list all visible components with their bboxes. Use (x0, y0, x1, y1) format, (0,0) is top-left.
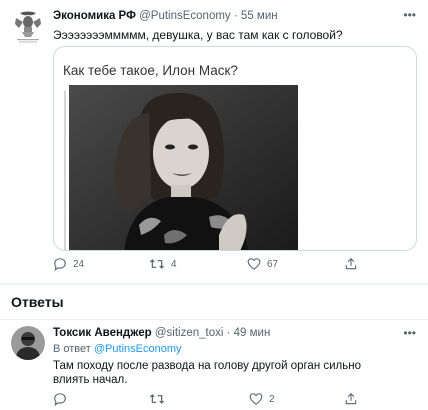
tweet-header: Экономика РФ @PutinsEconomy · 55 мин (53, 10, 278, 22)
like-icon (247, 258, 261, 270)
reply-author-name[interactable]: Токсик Авенджер (53, 327, 152, 339)
reply-author-handle[interactable]: @sitizen_toxi (155, 327, 224, 339)
reply-text: Там походу после развода на голову друго… (53, 360, 361, 386)
reply-header: Токсик Авенджер @sitizen_toxi · 49 мин (53, 327, 270, 339)
author-handle[interactable]: @PutinsEconomy (139, 10, 231, 22)
retweet-button[interactable] (149, 392, 171, 406)
tweet-text: Ээээээээммммм, девушка, у вас там как с … (53, 28, 343, 42)
quote-bar (64, 91, 66, 250)
emblem-icon (15, 11, 41, 43)
like-button[interactable]: 67 (247, 257, 278, 271)
reply-actions: 2 (0, 392, 428, 408)
divider (0, 283, 428, 285)
share-button[interactable] (344, 257, 358, 271)
separator-dot: · (233, 10, 238, 22)
share-icon (345, 258, 357, 270)
reply-tweet[interactable]: Токсик Авенджер @sitizen_toxi · 49 мин •… (0, 320, 428, 410)
like-button[interactable]: 2 (249, 392, 275, 406)
like-count: 2 (269, 393, 275, 405)
reply-to-prefix: В ответ (53, 343, 91, 355)
main-tweet[interactable]: Экономика РФ @PutinsEconomy · 55 мин •••… (0, 0, 428, 283)
reply-button[interactable] (53, 392, 73, 406)
reply-button[interactable]: 24 (53, 257, 84, 271)
like-count: 67 (267, 258, 279, 270)
separator-dot: · (226, 327, 231, 339)
reply-to-mention[interactable]: @PutinsEconomy (94, 343, 182, 355)
author-avatar[interactable] (13, 9, 43, 45)
retweet-icon (149, 259, 165, 269)
author-name[interactable]: Экономика РФ (53, 10, 136, 22)
reply-icon (54, 258, 66, 271)
reply-to-line: В ответ @PutinsEconomy (53, 343, 181, 355)
reply-avatar[interactable] (11, 326, 45, 360)
share-button[interactable] (344, 392, 358, 406)
photo-woman[interactable] (69, 85, 298, 250)
reply-time[interactable]: 49 мин (234, 327, 271, 339)
reply-icon (54, 393, 66, 406)
media-caption: Как тебе такое, Илон Маск? (63, 63, 238, 78)
retweet-icon (149, 394, 165, 404)
reply-count: 24 (73, 258, 85, 270)
retweet-count: 4 (171, 258, 177, 270)
retweet-button[interactable]: 4 (149, 257, 177, 271)
more-icon[interactable]: ••• (403, 8, 416, 22)
media-card[interactable]: Как тебе такое, Илон Маск? (53, 46, 417, 251)
share-icon (345, 393, 357, 405)
more-icon[interactable]: ••• (403, 326, 416, 340)
tweet-actions: 24 4 67 (0, 257, 428, 275)
like-icon (249, 393, 263, 405)
answers-heading: Ответы (11, 294, 64, 310)
tweet-time[interactable]: 55 мин (241, 10, 278, 22)
